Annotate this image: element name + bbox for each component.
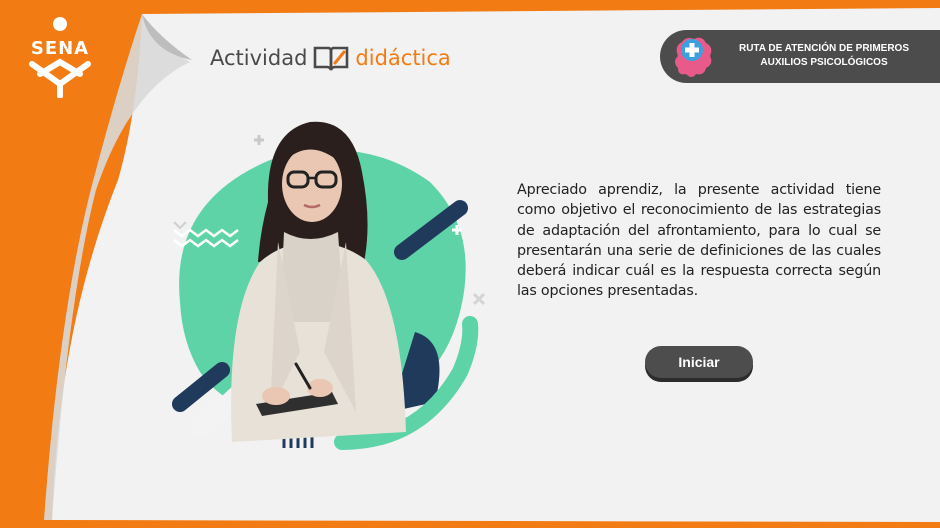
logo-text: SENA <box>30 38 90 59</box>
route-badge: RUTA DE ATENCIÓN DE PRIMEROS AUXILIOS PS… <box>660 30 940 83</box>
activity-screen: SENA Actividad didáctica RUTA DE ATENCIÓ… <box>0 0 940 528</box>
title-left: Actividad <box>210 46 308 70</box>
title-right: didáctica <box>355 46 451 70</box>
book-pencil-icon <box>314 46 349 71</box>
brain-first-aid-icon <box>675 37 712 77</box>
activity-title: Actividad didáctica <box>210 42 451 74</box>
start-button[interactable]: Iniciar <box>645 346 753 378</box>
woman-with-clipboard-illustration <box>172 121 486 450</box>
route-label: RUTA DE ATENCIÓN DE PRIMEROS AUXILIOS PS… <box>738 43 909 68</box>
activity-description: Apreciado aprendiz, la presente activida… <box>517 182 881 300</box>
